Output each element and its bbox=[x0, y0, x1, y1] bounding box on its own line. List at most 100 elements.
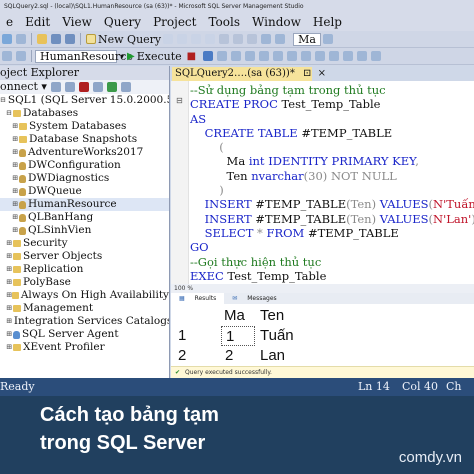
expand-icon[interactable]: ⊞ bbox=[6, 276, 13, 289]
expand-icon[interactable]: ⊞ bbox=[6, 341, 13, 354]
expand-icon[interactable]: ⊞ bbox=[12, 211, 19, 224]
redo-icon[interactable] bbox=[275, 34, 286, 44]
tree-node[interactable]: ⊞ System Databases bbox=[0, 120, 169, 133]
connect-dropdown[interactable]: onnect ▾ bbox=[0, 80, 47, 94]
tree-node[interactable]: ⊞ Database Snapshots bbox=[0, 133, 169, 146]
intellisense-icon[interactable] bbox=[245, 51, 256, 61]
expand-icon[interactable]: ⊞ bbox=[12, 159, 19, 172]
save-icon[interactable] bbox=[51, 34, 61, 44]
code-line[interactable]: AS bbox=[190, 112, 474, 126]
xmla-query-icon[interactable] bbox=[205, 34, 216, 44]
table-cell[interactable]: Tuấn bbox=[260, 326, 294, 346]
parse-icon[interactable] bbox=[203, 51, 214, 61]
tree-node[interactable]: ⊞ Integration Services Catalogs bbox=[0, 315, 169, 328]
forward-icon[interactable] bbox=[16, 34, 26, 44]
expand-icon[interactable]: ⊞ bbox=[6, 250, 13, 263]
tree-node[interactable]: ⊞ SQL Server Agent bbox=[0, 328, 169, 341]
solution-config-dropdown[interactable]: Ma bbox=[293, 32, 321, 46]
save-all-icon[interactable] bbox=[65, 34, 75, 44]
menu-item[interactable]: Window bbox=[246, 13, 307, 31]
tree-node[interactable]: ⊞ AdventureWorks2017 bbox=[0, 146, 169, 159]
expand-icon[interactable]: ⊞ bbox=[12, 133, 19, 146]
undo-icon[interactable] bbox=[261, 34, 272, 44]
code-line[interactable]: CREATE PROC Test_Temp_Table bbox=[190, 97, 474, 111]
tree-node[interactable]: ⊞ QLBanHang bbox=[0, 211, 169, 224]
column-header-ten[interactable]: Ten bbox=[260, 306, 284, 326]
menu-item[interactable]: Help bbox=[307, 13, 348, 31]
menu-item[interactable]: Tools bbox=[202, 13, 246, 31]
pin-icon[interactable]: ⊡ bbox=[303, 68, 311, 79]
tree-node[interactable]: ⊞ HumanResource bbox=[0, 198, 169, 211]
database-engine-query-icon[interactable] bbox=[163, 34, 174, 44]
collapse-icon[interactable]: ⊟ bbox=[0, 94, 6, 107]
column-header-ma[interactable]: Ma bbox=[224, 306, 245, 326]
expand-icon[interactable]: ⊞ bbox=[12, 198, 19, 211]
table-cell[interactable]: 2 bbox=[225, 346, 233, 366]
menu-item[interactable]: View bbox=[56, 13, 98, 31]
expand-icon[interactable]: ⊞ bbox=[12, 146, 19, 159]
execute-button[interactable]: ▶ Execute bbox=[127, 50, 182, 63]
expand-icon[interactable]: ⊞ bbox=[12, 172, 19, 185]
decrease-indent-icon[interactable] bbox=[357, 51, 368, 61]
connect-icon[interactable] bbox=[2, 51, 12, 61]
tree-node[interactable]: ⊞ Server Objects bbox=[0, 250, 169, 263]
query-options-icon[interactable] bbox=[231, 51, 242, 61]
table-cell[interactable]: Lan bbox=[260, 346, 285, 366]
chevron-down-icon[interactable]: ▾ bbox=[120, 52, 124, 61]
stop-icon[interactable] bbox=[78, 82, 89, 92]
collapse-icon[interactable]: ⊟ bbox=[176, 96, 183, 105]
results-to-grid-icon[interactable] bbox=[301, 51, 312, 61]
tree-node-server[interactable]: ⊟ SQL1 (SQL Server 15.0.2000.5 - sa) bbox=[0, 94, 169, 107]
tree-node[interactable]: ⊞ QLSinhVien bbox=[0, 224, 169, 237]
back-icon[interactable] bbox=[2, 34, 12, 44]
uncomment-icon[interactable] bbox=[343, 51, 354, 61]
cut-icon[interactable] bbox=[219, 34, 230, 44]
editor-code[interactable]: --Sử dụng bảng tạm trong thủ tục CREATE P… bbox=[190, 83, 474, 283]
code-line[interactable]: ( bbox=[190, 140, 474, 154]
tree-node[interactable]: ⊞ DWConfiguration bbox=[0, 159, 169, 172]
expand-icon[interactable]: ⊞ bbox=[12, 185, 19, 198]
code-line[interactable]: INSERT #TEMP_TABLE(Ten) VALUES(N'Tuấn') bbox=[190, 197, 474, 211]
copy-icon[interactable] bbox=[233, 34, 244, 44]
tree-node[interactable]: ⊞ Security bbox=[0, 237, 169, 250]
include-plan-icon[interactable] bbox=[259, 51, 270, 61]
tree-node[interactable]: ⊞ XEvent Profiler bbox=[0, 341, 169, 354]
results-to-file-icon[interactable] bbox=[315, 51, 326, 61]
activity-monitor-icon[interactable] bbox=[120, 82, 131, 92]
code-line[interactable]: Ma int IDENTITY PRIMARY KEY, bbox=[190, 154, 474, 168]
tab-results[interactable]: ▦ Results bbox=[171, 293, 225, 304]
disconnect-icon[interactable] bbox=[64, 82, 75, 92]
tree-node[interactable]: ⊞ PolyBase bbox=[0, 276, 169, 289]
expand-icon[interactable]: ⊞ bbox=[6, 328, 13, 341]
code-line[interactable]: --Gọi thực hiện thủ tục bbox=[190, 255, 474, 269]
comment-icon[interactable] bbox=[329, 51, 340, 61]
expand-icon[interactable]: ⊞ bbox=[12, 120, 19, 133]
tree-node[interactable]: ⊞ DWQueue bbox=[0, 185, 169, 198]
paste-icon[interactable] bbox=[247, 34, 258, 44]
increase-indent-icon[interactable] bbox=[371, 51, 382, 61]
expand-icon[interactable]: ⊞ bbox=[12, 224, 19, 237]
menu-item[interactable]: Query bbox=[98, 13, 147, 31]
database-dropdown[interactable]: HumanResource bbox=[35, 49, 133, 63]
menu-item[interactable]: e bbox=[0, 13, 19, 31]
new-query-button[interactable]: New Query bbox=[84, 33, 161, 46]
results-to-text-icon[interactable] bbox=[287, 51, 298, 61]
row-number[interactable]: 1 bbox=[178, 326, 186, 346]
menu-item[interactable]: Project bbox=[147, 13, 202, 31]
expand-icon[interactable]: ⊞ bbox=[6, 302, 13, 315]
tree-node[interactable]: ⊞ Always On High Availability bbox=[0, 289, 169, 302]
refresh-icon[interactable] bbox=[106, 82, 117, 92]
code-line[interactable]: Ten nvarchar(30) NOT NULL bbox=[190, 169, 474, 183]
row-number[interactable]: 2 bbox=[178, 346, 186, 366]
dmx-query-icon[interactable] bbox=[191, 34, 202, 44]
display-plan-icon[interactable] bbox=[217, 51, 228, 61]
expand-icon[interactable]: ⊞ bbox=[6, 315, 12, 328]
collapse-icon[interactable]: ⊟ bbox=[6, 107, 13, 120]
query-editor[interactable]: ⊟ --Sử dụng bảng tạm trong thủ tục CREATE… bbox=[171, 81, 474, 284]
tree-node[interactable]: ⊟ Databases bbox=[0, 107, 169, 120]
code-line[interactable]: SELECT * FROM #TEMP_TABLE bbox=[190, 226, 474, 240]
close-icon[interactable]: × bbox=[318, 68, 326, 79]
mdx-query-icon[interactable] bbox=[177, 34, 188, 44]
tab-messages[interactable]: ✉ Messages bbox=[224, 293, 284, 304]
change-connection-icon[interactable] bbox=[16, 51, 26, 61]
